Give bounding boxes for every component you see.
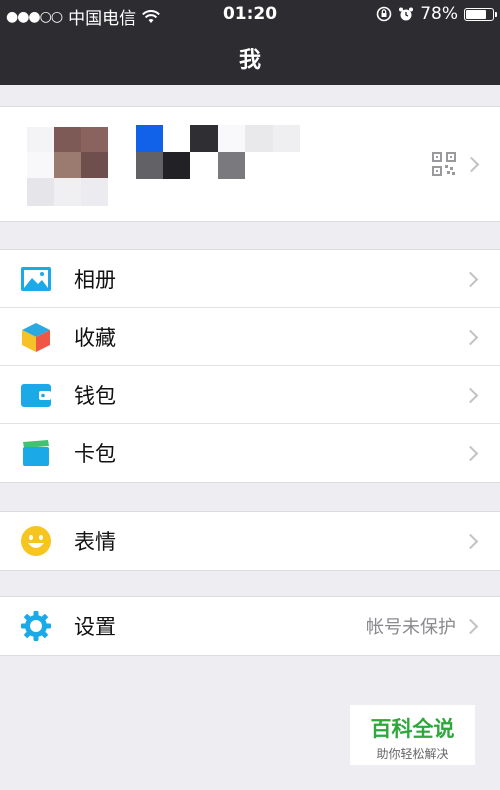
menu-group-stickers: 表情 xyxy=(0,511,500,571)
watermark-logo: 百科全说 助你轻松解决 xyxy=(350,705,475,765)
alarm-clock-icon xyxy=(399,7,414,21)
account-protection-status: 帐号未保护 xyxy=(366,617,456,638)
battery-icon xyxy=(464,7,497,21)
sticker-smiley-icon xyxy=(21,526,51,556)
menu-item-label: 收藏 xyxy=(74,326,116,350)
battery-percentage: 78% xyxy=(420,4,458,24)
chevron-right-icon xyxy=(462,387,479,404)
menu-item-card-pack[interactable]: 卡包 xyxy=(0,424,500,482)
chevron-right-icon xyxy=(462,533,479,550)
watermark-subtitle: 助你轻松解决 xyxy=(376,747,449,761)
status-bar: ●●●○○ 中国电信 01:20 78% xyxy=(0,0,500,29)
card-pack-icon xyxy=(23,440,49,466)
menu-group-main: 相册 收藏 钱包 卡包 xyxy=(0,249,500,483)
battery-level-fill xyxy=(466,9,487,19)
menu-item-label: 卡包 xyxy=(74,442,116,466)
qr-code-icon[interactable] xyxy=(432,152,456,176)
menu-item-label: 表情 xyxy=(74,530,116,554)
menu-item-wallet[interactable]: 钱包 xyxy=(0,366,500,424)
page-title: 我 xyxy=(238,48,261,73)
nav-bar: 我 xyxy=(0,28,500,85)
favorites-cube-icon xyxy=(22,323,50,352)
orientation-lock-icon xyxy=(376,6,392,22)
menu-group-settings: 设置 帐号未保护 xyxy=(0,596,500,656)
menu-item-label: 相册 xyxy=(74,268,116,292)
menu-item-album[interactable]: 相册 xyxy=(0,250,500,308)
wallet-icon xyxy=(21,384,51,407)
watermark-title: 百科全说 xyxy=(370,717,455,741)
menu-item-settings[interactable]: 设置 帐号未保护 xyxy=(0,597,500,655)
settings-gear-icon xyxy=(21,611,51,641)
chevron-right-icon xyxy=(462,445,479,462)
menu-item-label: 设置 xyxy=(74,615,116,639)
chevron-right-icon xyxy=(462,618,479,635)
photo-album-icon xyxy=(21,267,51,291)
chevron-right-icon xyxy=(462,271,479,288)
menu-item-label: 钱包 xyxy=(74,384,116,408)
menu-item-favorites[interactable]: 收藏 xyxy=(0,308,500,366)
profile-card[interactable] xyxy=(0,106,500,222)
menu-item-stickers[interactable]: 表情 xyxy=(0,512,500,570)
chevron-right-icon xyxy=(462,329,479,346)
